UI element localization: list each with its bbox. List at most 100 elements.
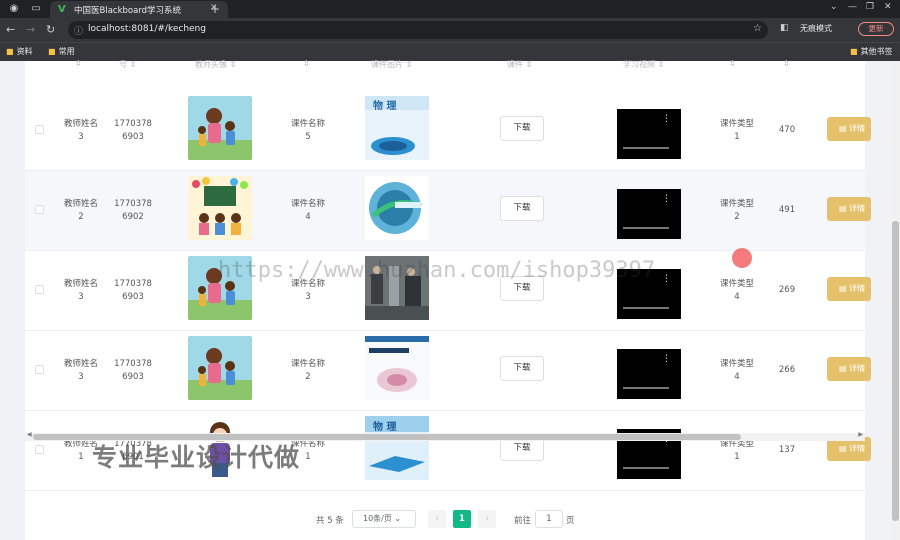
teacher-name: 教师姓名 3 — [63, 279, 98, 302]
teacher-phone: 1770378 6902 — [114, 199, 152, 222]
detail-button[interactable]: ▤ 详情 — [827, 357, 871, 381]
folder-icon: ■ — [48, 47, 56, 56]
mouse-cursor-icon — [732, 248, 752, 268]
bookmark-folder-1[interactable]: ■ 资料 — [6, 46, 33, 57]
more-options-icon[interactable]: ⋮ — [662, 355, 671, 364]
browser-tab[interactable]: V 中国医Blackboard学习系统 ✕ — [50, 1, 228, 18]
more-options-icon[interactable]: ⋮ — [662, 275, 671, 284]
teacher-avatar-image — [188, 336, 252, 400]
row-checkbox[interactable] — [35, 445, 44, 454]
video-player[interactable]: ⋮ — [617, 349, 681, 399]
sort-icon[interactable]: ⇕ — [303, 59, 310, 68]
course-type: 课件类型 4 — [719, 279, 754, 302]
detail-button[interactable]: ▤ 详情 — [827, 277, 871, 301]
click-count: 491 — [778, 205, 796, 215]
document-icon: ▤ — [839, 444, 850, 453]
incognito-label[interactable]: 无痕模式 — [800, 23, 832, 34]
promo-text: 专业毕业设计代做 — [92, 443, 301, 472]
more-options-icon[interactable]: ⋮ — [662, 195, 671, 204]
table-header: ⇕ 号 ⇕ 教师头像 ⇕ ⇕ 课件图片 ⇕ 课件 ⇕ 学习视频 ⇕ ⇕ ⇕ — [25, 59, 865, 81]
course-cover-image: 物 理 — [365, 96, 429, 160]
forward-icon[interactable]: → — [26, 23, 35, 36]
scrollbar-thumb[interactable] — [892, 221, 899, 521]
teacher-phone: 1770378 6903 — [114, 279, 152, 302]
chevron-down-icon[interactable]: ⌄ — [830, 2, 838, 12]
more-options-icon[interactable]: ⋮ — [662, 115, 671, 124]
tab-strip: ◉ ▭ V 中国医Blackboard学习系统 ✕ + ⌄ — ❐ ✕ — [0, 0, 900, 18]
video-player[interactable]: ⋮ — [617, 189, 681, 239]
sort-icon[interactable]: ⇕ — [729, 59, 736, 68]
row-checkbox[interactable] — [35, 285, 44, 294]
close-window-icon[interactable]: ✕ — [884, 2, 892, 12]
course-name: 课件名称 2 — [290, 359, 325, 382]
next-page-button[interactable]: › — [478, 510, 496, 528]
table-row: 教师姓名 2 1770378 6902 课件名称 4 下载 ⋮ 课件类型 2 4… — [25, 171, 871, 251]
course-type: 课件类型 1 — [719, 439, 754, 462]
video-player[interactable]: ⋮ — [617, 109, 681, 159]
download-button[interactable]: 下载 — [500, 116, 544, 141]
course-type: 课件类型 2 — [719, 199, 754, 222]
row-checkbox[interactable] — [35, 125, 44, 134]
svg-text:物 理: 物 理 — [373, 99, 396, 112]
video-progress-bar[interactable] — [623, 227, 669, 229]
pagination: 共 5 条 10条/页 ⌄ ‹ 1 › 前往 1 页 — [0, 510, 900, 530]
course-cover-image: 物 理 — [365, 416, 429, 480]
scroll-left-icon[interactable]: ◀ — [27, 431, 32, 438]
click-count: 470 — [778, 125, 796, 135]
page-number-current[interactable]: 1 — [453, 510, 471, 528]
vertical-scrollbar[interactable] — [891, 61, 900, 540]
folder-icon: ■ — [850, 47, 858, 56]
teacher-avatar-image — [188, 176, 252, 240]
url-text[interactable]: localhost:8081/#/kecheng — [88, 24, 206, 34]
detail-button[interactable]: ▤ 详情 — [827, 117, 871, 141]
click-count: 266 — [778, 365, 796, 375]
watermark-text: https://www.huzhan.com/ishop39397 — [218, 258, 656, 283]
click-count: 269 — [778, 285, 796, 295]
info-icon[interactable]: ⓘ — [74, 24, 83, 37]
globe-icon[interactable]: ◉ — [8, 3, 20, 15]
bookmark-star-icon[interactable]: ☆ — [753, 23, 762, 34]
document-icon: ▤ — [839, 284, 850, 293]
course-name: 课件名称 5 — [290, 119, 325, 142]
reload-icon[interactable]: ↻ — [46, 23, 55, 36]
omnibox[interactable]: ⓘ localhost:8081/#/kecheng ☆ — [68, 21, 768, 39]
total-count: 共 5 条 — [316, 516, 344, 526]
page-size-select[interactable]: 10条/页 ⌄ — [352, 510, 416, 528]
new-tab-icon[interactable]: + — [210, 2, 220, 16]
restore-icon[interactable]: ❐ — [866, 2, 874, 12]
prev-page-button[interactable]: ‹ — [428, 510, 446, 528]
download-button[interactable]: 下载 — [500, 196, 544, 221]
video-progress-bar[interactable] — [623, 307, 669, 309]
teacher-name: 教师姓名 2 — [63, 199, 98, 222]
row-checkbox[interactable] — [35, 365, 44, 374]
goto-page-input[interactable]: 1 — [535, 510, 563, 528]
course-cover-image — [365, 336, 429, 400]
download-button[interactable]: 下载 — [500, 356, 544, 381]
window-icon[interactable]: ▭ — [30, 3, 42, 15]
sidebar-icon[interactable]: ◧ — [780, 23, 789, 33]
scroll-right-icon[interactable]: ▶ — [858, 431, 863, 438]
update-button[interactable]: 更新 — [858, 22, 894, 36]
tab-title: 中国医Blackboard学习系统 — [74, 6, 182, 16]
back-icon[interactable]: ← — [6, 23, 15, 36]
minimize-icon[interactable]: — — [848, 2, 857, 12]
video-progress-bar[interactable] — [623, 147, 669, 149]
header-file: 课件 ⇕ — [507, 60, 533, 69]
video-progress-bar[interactable] — [623, 467, 669, 469]
document-icon: ▤ — [839, 124, 850, 133]
row-checkbox[interactable] — [35, 205, 44, 214]
sort-icon[interactable]: ⇕ — [783, 59, 790, 68]
browser-chrome: ◉ ▭ V 中国医Blackboard学习系统 ✕ + ⌄ — ❐ ✕ ← → … — [0, 0, 900, 61]
detail-button[interactable]: ▤ 详情 — [827, 197, 871, 221]
other-bookmarks[interactable]: ■ 其他书签 — [850, 46, 893, 57]
teacher-name: 教师姓名 3 — [63, 119, 98, 142]
teacher-phone: 1770378 6903 — [114, 119, 152, 142]
table-row: 教师姓名 3 1770378 6903 课件名称 5 物 理 下载 ⋮ 课件类型… — [25, 91, 871, 171]
video-progress-bar[interactable] — [623, 387, 669, 389]
chevron-down-icon: ⌄ — [394, 514, 402, 523]
goto-label: 前往 — [514, 516, 532, 526]
folder-icon: ■ — [6, 47, 14, 56]
bookmark-folder-2[interactable]: ■ 常用 — [48, 46, 75, 57]
course-type: 课件类型 4 — [719, 359, 754, 382]
sort-icon[interactable]: ⇕ — [75, 59, 82, 68]
